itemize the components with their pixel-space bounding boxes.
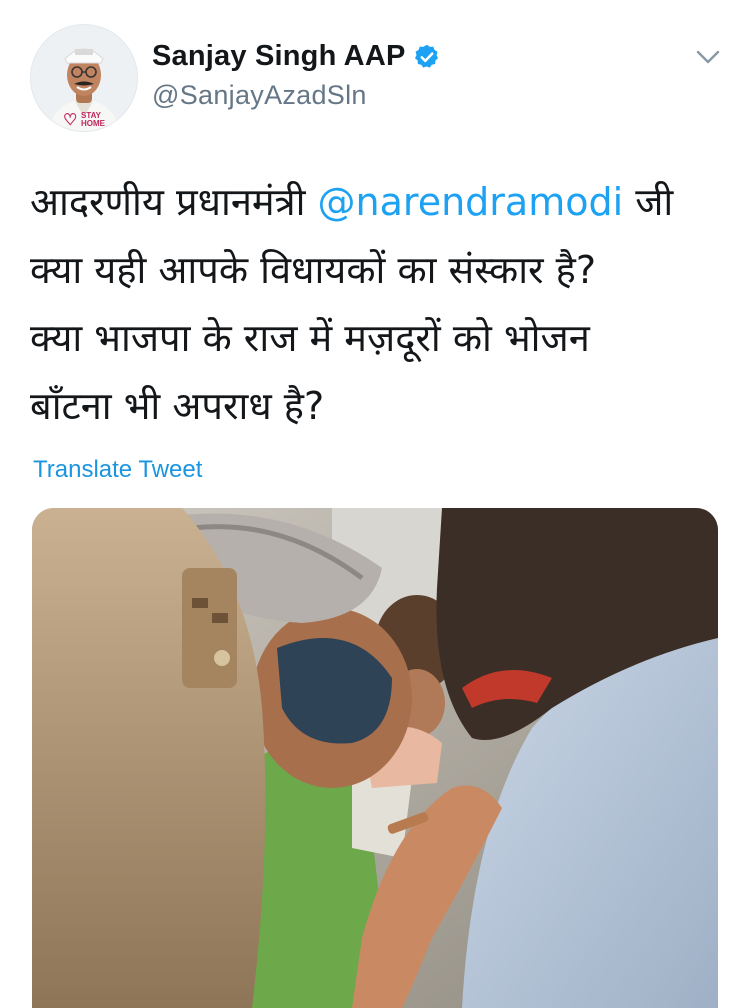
tweet-line: क्या भाजपा के राज में मज़दूरों को भोजन — [30, 316, 590, 360]
tweet-line: आदरणीय प्रधानमंत्री @narendramodi जी — [30, 168, 720, 236]
chevron-down-icon[interactable] — [694, 46, 722, 68]
verified-badge-icon — [413, 43, 441, 71]
translate-tweet-link[interactable]: Translate Tweet — [33, 456, 202, 484]
tweet-text: आदरणीय प्रधानमंत्री @narendramodi जी क्य… — [30, 168, 720, 440]
tweet-line: बाँटना भी अपराध है? — [30, 384, 325, 428]
media-photo — [32, 508, 718, 1008]
tweet-line: क्या यही आपके विधायकों का संस्कार है? — [30, 248, 597, 292]
stay-home-text: STAY HOME — [81, 111, 105, 128]
avatar[interactable]: ♡ STAY HOME — [30, 24, 138, 132]
user-handle[interactable]: @SanjayAzadSln — [152, 80, 367, 111]
stay-home-badge: ♡ STAY HOME — [63, 111, 111, 131]
display-name[interactable]: Sanjay Singh AAP — [152, 40, 406, 73]
mention-link[interactable]: @narendramodi — [318, 180, 624, 224]
author-name-row[interactable]: Sanjay Singh AAP — [152, 40, 441, 73]
tweet-text-segment: जी — [623, 180, 674, 224]
tweet-text-segment: आदरणीय प्रधानमंत्री — [30, 180, 318, 224]
heart-icon: ♡ — [63, 112, 78, 129]
tweet-media-image[interactable] — [32, 508, 718, 1008]
